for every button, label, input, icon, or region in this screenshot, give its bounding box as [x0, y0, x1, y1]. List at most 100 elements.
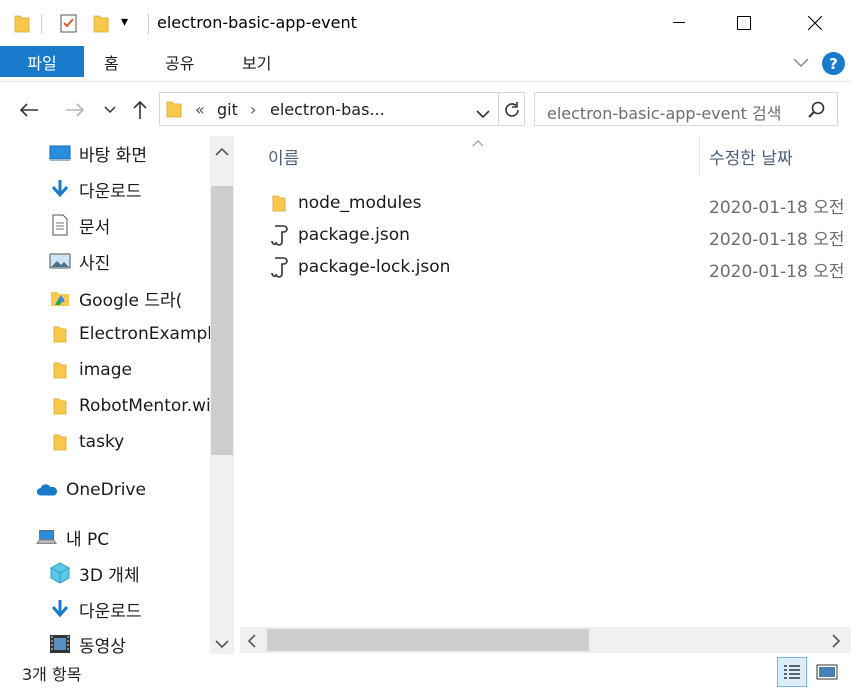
maximize-button[interactable] [712, 0, 776, 46]
properties-icon[interactable] [59, 12, 79, 34]
large-icons-view-button[interactable] [812, 657, 842, 687]
nav-item-label: tasky [79, 432, 125, 452]
nav-item-downloads-pc[interactable]: 다운로드 [49, 592, 142, 626]
nav-item-label: OneDrive [66, 480, 146, 500]
nav-item-label: Google 드라( [79, 290, 183, 311]
large-icons-view-icon [816, 664, 838, 680]
search-box[interactable]: electron-basic-app-event 검색 [534, 92, 838, 126]
nav-item-label: 동영상 [79, 636, 126, 655]
scroll-right-icon[interactable] [831, 633, 841, 652]
google-drive-icon [49, 287, 71, 309]
nav-scrollbar-thumb[interactable] [211, 186, 233, 455]
folder-icon [268, 192, 290, 214]
nav-item-google-drive[interactable]: Google 드라( [49, 281, 182, 315]
title-bar: ▾ electron-basic-app-event [0, 0, 851, 46]
scroll-down-icon[interactable] [215, 634, 229, 653]
nav-item-image[interactable]: image [49, 353, 132, 387]
file-row[interactable]: package.json [268, 220, 410, 250]
file-name: node_modules [298, 193, 422, 213]
file-name: package-lock.json [298, 257, 451, 277]
document-icon [49, 214, 71, 236]
nav-item-label: 문서 [79, 217, 111, 238]
breadcrumb-overflow[interactable]: « [195, 100, 205, 119]
recent-locations-button[interactable] [96, 94, 124, 126]
folder-icon [166, 99, 182, 123]
chevron-down-icon [104, 106, 116, 114]
file-list-hscrollbar-thumb[interactable] [267, 629, 589, 651]
nav-item-robotmentor[interactable]: RobotMentor.wi [49, 389, 211, 423]
navigation-pane: 바탕 화면 다운로드 문서 사진 Google 드라( ElectronExam [0, 136, 236, 654]
nav-item-label: 다운로드 [79, 601, 142, 622]
nav-item-this-pc[interactable]: 내 PC [36, 520, 109, 554]
nav-item-label: image [79, 360, 132, 380]
nav-item-electronexample[interactable]: ElectronExample [49, 317, 222, 351]
tab-file[interactable]: 파일 [0, 46, 84, 77]
tab-view[interactable]: 보기 [242, 46, 271, 77]
nav-item-pictures[interactable]: 사진 [49, 244, 110, 278]
toolbar-divider [41, 14, 42, 34]
nav-item-documents[interactable]: 문서 [49, 208, 110, 242]
folder-icon[interactable] [14, 12, 30, 34]
scroll-left-icon[interactable] [247, 633, 257, 652]
refresh-icon[interactable] [502, 100, 522, 124]
json-file-icon [268, 256, 290, 278]
file-modified-date: 2020-01-18 오전 [709, 230, 845, 250]
column-header-name[interactable]: 이름 [268, 144, 299, 169]
toolbar-divider [148, 14, 149, 34]
window-title: electron-basic-app-event [157, 13, 357, 32]
pictures-icon [49, 250, 71, 272]
ribbon-tabs: 파일 홈 공유 보기 ? [0, 46, 851, 82]
nav-item-onedrive[interactable]: OneDrive [36, 473, 146, 507]
json-file-icon [268, 224, 290, 246]
nav-item-label: 사진 [79, 253, 111, 274]
desktop-icon [49, 142, 71, 164]
tab-share[interactable]: 공유 [165, 46, 194, 77]
search-icon[interactable] [807, 100, 827, 124]
nav-item-tasky[interactable]: tasky [49, 425, 124, 459]
video-film-icon [49, 633, 71, 654]
up-button[interactable] [126, 94, 154, 126]
breadcrumb-current[interactable]: electron-bas... [270, 100, 385, 119]
address-bar[interactable]: « git › electron-bas... [159, 92, 525, 126]
nav-item-downloads[interactable]: 다운로드 [49, 172, 142, 206]
up-arrow-icon [133, 100, 147, 119]
back-button[interactable] [15, 94, 43, 126]
sort-ascending-icon [472, 132, 484, 151]
details-view-button[interactable] [777, 657, 807, 687]
scroll-up-icon[interactable] [215, 142, 229, 161]
address-dropdown-icon[interactable] [476, 104, 490, 123]
nav-item-videos[interactable]: 동영상 [49, 627, 126, 654]
nav-item-label: ElectronExample [79, 324, 223, 344]
this-pc-icon [36, 526, 58, 548]
item-count: 3개 항목 [22, 665, 82, 684]
tab-home[interactable]: 홈 [104, 46, 119, 77]
address-divider [498, 93, 499, 125]
folder-icon [49, 395, 71, 417]
file-row[interactable]: node_modules [268, 188, 422, 218]
nav-item-label: 다운로드 [79, 181, 142, 202]
nav-item-desktop[interactable]: 바탕 화면 [49, 136, 147, 170]
folder-icon [49, 359, 71, 381]
nav-item-label: 3D 개체 [79, 565, 140, 586]
ribbon-expand-icon[interactable] [791, 52, 811, 76]
new-folder-icon[interactable] [93, 12, 109, 34]
file-row[interactable]: package-lock.json [268, 252, 450, 282]
column-divider[interactable] [699, 136, 700, 176]
column-header-modified[interactable]: 수정한 날짜 [709, 144, 793, 169]
breadcrumb-separator[interactable]: › [250, 100, 256, 119]
quick-access-dropdown[interactable]: ▾ [121, 14, 128, 30]
search-input[interactable]: electron-basic-app-event 검색 [547, 100, 781, 124]
onedrive-cloud-icon [36, 479, 58, 501]
nav-item-label: RobotMentor.wi [79, 396, 211, 416]
minimize-button[interactable] [647, 0, 711, 46]
3d-objects-icon [49, 562, 71, 584]
forward-button[interactable] [61, 94, 89, 126]
breadcrumb-git[interactable]: git [217, 100, 238, 119]
close-button[interactable] [783, 0, 847, 46]
nav-item-3d-objects[interactable]: 3D 개체 [49, 556, 140, 590]
forward-arrow-icon [66, 103, 85, 117]
help-button[interactable]: ? [822, 52, 845, 75]
download-arrow-icon [49, 598, 71, 620]
nav-item-label: 내 PC [66, 529, 110, 550]
file-modified-date: 2020-01-18 오전 [709, 198, 845, 218]
